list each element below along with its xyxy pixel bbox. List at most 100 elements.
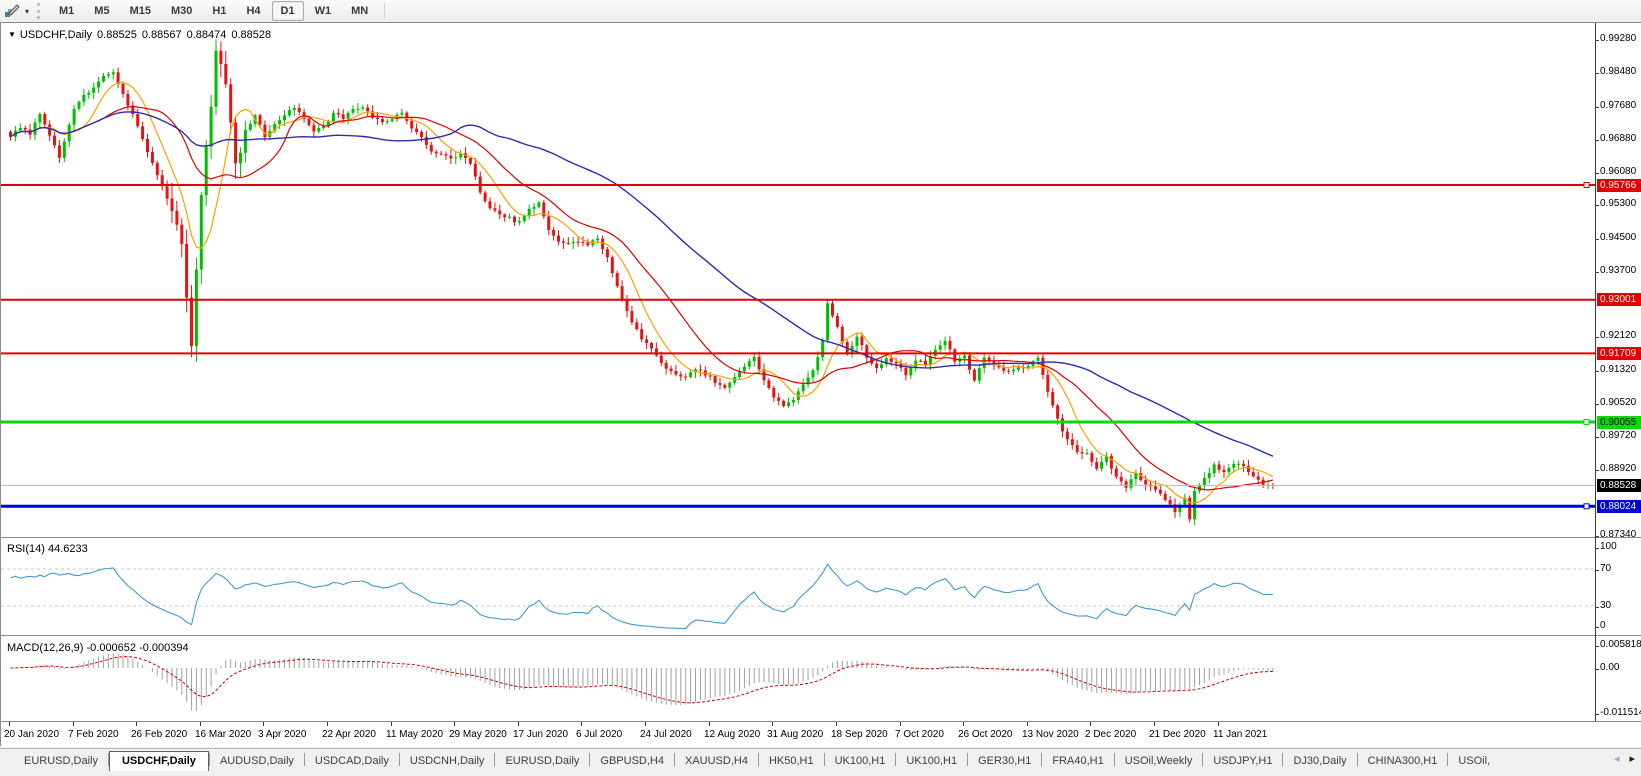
timeframe-button-w1[interactable]: W1 — [306, 1, 341, 21]
tab-uk100-h1[interactable]: UK100,H1 — [825, 752, 896, 771]
tab-xauusd-h4[interactable]: XAUUSD,H4 — [675, 752, 758, 771]
candle-body — [747, 361, 751, 367]
price-axis-label: 0.96880 — [1600, 132, 1637, 144]
main-price-pane[interactable] — [1, 25, 1595, 537]
candle-body — [317, 128, 321, 132]
tab-eurusd-daily[interactable]: EURUSD,Daily — [495, 752, 589, 771]
candle-body — [777, 397, 781, 401]
timeframe-button-m15[interactable]: M15 — [121, 1, 160, 21]
tab-gbpusd-h4[interactable]: GBPUSD,H4 — [590, 752, 674, 771]
candle-body — [571, 241, 575, 244]
tab-eurusd-daily[interactable]: EURUSD,Daily — [14, 752, 108, 771]
candle-body — [654, 348, 658, 356]
candle-body — [97, 81, 101, 88]
price-axis-label: 0.97680 — [1600, 99, 1637, 111]
date-tick-mark — [900, 722, 901, 726]
candle-body — [977, 368, 981, 381]
macd-canvas[interactable] — [1, 637, 1595, 721]
rsi-pane[interactable] — [1, 539, 1595, 635]
price-line-label-0.93001[interactable]: 0.93001 — [1597, 293, 1641, 307]
candle-body — [307, 118, 311, 126]
timeframe-button-h4[interactable]: H4 — [237, 1, 269, 21]
hline-handle[interactable] — [1583, 182, 1590, 188]
candle-body — [224, 63, 228, 85]
tab-china300-h1[interactable]: CHINA300,H1 — [1358, 752, 1448, 771]
chart-ohlc-values: 0.88525 0.88567 0.88474 0.88528 — [92, 29, 271, 41]
candle-body — [689, 372, 693, 378]
candle-body — [645, 339, 649, 344]
candle-body — [170, 198, 174, 211]
axis-tick-mark — [1595, 40, 1599, 42]
timeframe-button-m1[interactable]: M1 — [50, 1, 83, 21]
timeframe-button-d1[interactable]: D1 — [271, 1, 304, 21]
candle-body — [87, 92, 91, 95]
tab-scroll-left-icon[interactable]: ◂ — [1614, 752, 1620, 766]
candle-body — [610, 257, 614, 274]
tab-usdchf-daily[interactable]: USDCHF,Daily — [108, 751, 209, 771]
candle-body — [234, 122, 238, 164]
date-axis[interactable]: 20 Jan 2020 7 Feb 2020 26 Feb 2020 16 Mar 2… — [1, 721, 1641, 747]
candle-body — [1017, 367, 1020, 370]
date-axis-label: 26 Oct 2020 — [958, 729, 1013, 740]
candle-body — [532, 206, 536, 209]
candle-body — [875, 363, 879, 368]
tab-usdjpy-h1[interactable]: USDJPY,H1 — [1203, 752, 1282, 771]
candle-body — [909, 367, 913, 376]
date-axis-label: 18 Sep 2020 — [831, 729, 888, 740]
tab-ger30-h1[interactable]: GER30,H1 — [968, 752, 1041, 771]
candle-body — [1051, 391, 1055, 406]
date-tick-mark — [454, 722, 455, 726]
candle-body — [385, 121, 389, 123]
rsi-name: RSI(14) — [7, 543, 45, 555]
rsi-canvas[interactable] — [1, 539, 1595, 635]
price-line-label-0.88024[interactable]: 0.88024 — [1597, 499, 1641, 513]
tab-hk50-h1[interactable]: HK50,H1 — [759, 752, 824, 771]
candle-body — [840, 326, 844, 342]
candle-body — [77, 101, 81, 109]
macd-pane[interactable] — [1, 637, 1595, 721]
rsi-axis-label: 0 — [1600, 620, 1606, 631]
tab-dj30-daily[interactable]: DJ30,Daily — [1283, 752, 1356, 771]
candle-body — [1144, 480, 1148, 485]
date-tick-mark — [136, 722, 137, 726]
candle-body — [415, 128, 419, 132]
tab-uk100-h1[interactable]: UK100,H1 — [896, 752, 967, 771]
candle-body — [150, 152, 154, 163]
candle-body — [1242, 463, 1245, 466]
candle-body — [38, 114, 42, 123]
timeframe-button-mn[interactable]: MN — [342, 1, 377, 21]
chart-collapse-icon[interactable]: ▼ — [8, 30, 16, 39]
tab-scroll-right-icon[interactable]: ▸ — [1629, 752, 1635, 766]
candle-body — [1065, 431, 1069, 440]
price-line-label-0.95766[interactable]: 0.95766 — [1597, 178, 1641, 192]
candle-body — [141, 126, 145, 139]
chart-tools-dropdown-icon[interactable]: ▾ — [21, 7, 33, 16]
hline-handle[interactable] — [1583, 503, 1590, 510]
timeframe-button-m30[interactable]: M30 — [162, 1, 201, 21]
price-line-label-0.90055[interactable]: 0.90055 — [1597, 415, 1641, 429]
candle-body — [454, 157, 458, 159]
tab-usoil-weekly[interactable]: USOil,Weekly — [1115, 752, 1203, 771]
candle-body — [214, 50, 218, 107]
price-line-label-0.91709[interactable]: 0.91709 — [1597, 346, 1641, 360]
candle-body — [1114, 468, 1118, 477]
date-axis-label: 16 Mar 2020 — [195, 729, 252, 740]
tab-usdcnh-daily[interactable]: USDCNH,Daily — [400, 752, 495, 771]
chart-tab-bar: EURUSD,Daily USDCHF,Daily AUDUSD,Daily USDC… — [0, 748, 1641, 771]
candle-body — [62, 141, 66, 158]
hline-handle[interactable] — [1583, 419, 1590, 425]
tab-usoil[interactable]: USOil, — [1448, 752, 1500, 771]
timeframe-toolbar: M1 M5 M15 M30 H1 H4 D1 W1 MN — [49, 1, 378, 21]
timeframe-button-m5[interactable]: M5 — [85, 1, 118, 21]
candle-body — [1109, 455, 1113, 469]
candle-body — [831, 303, 834, 316]
main-chart-canvas[interactable] — [1, 25, 1595, 537]
price-axis-line — [1595, 23, 1596, 721]
date-tick-mark — [645, 722, 646, 726]
candle-body — [855, 336, 859, 346]
timeframe-button-h1[interactable]: H1 — [203, 1, 235, 21]
tab-usdcad-daily[interactable]: USDCAD,Daily — [305, 752, 399, 771]
chart-tools-icon[interactable] — [3, 3, 21, 19]
tab-audusd-daily[interactable]: AUDUSD,Daily — [210, 752, 304, 771]
tab-fra40-h1[interactable]: FRA40,H1 — [1042, 752, 1113, 771]
